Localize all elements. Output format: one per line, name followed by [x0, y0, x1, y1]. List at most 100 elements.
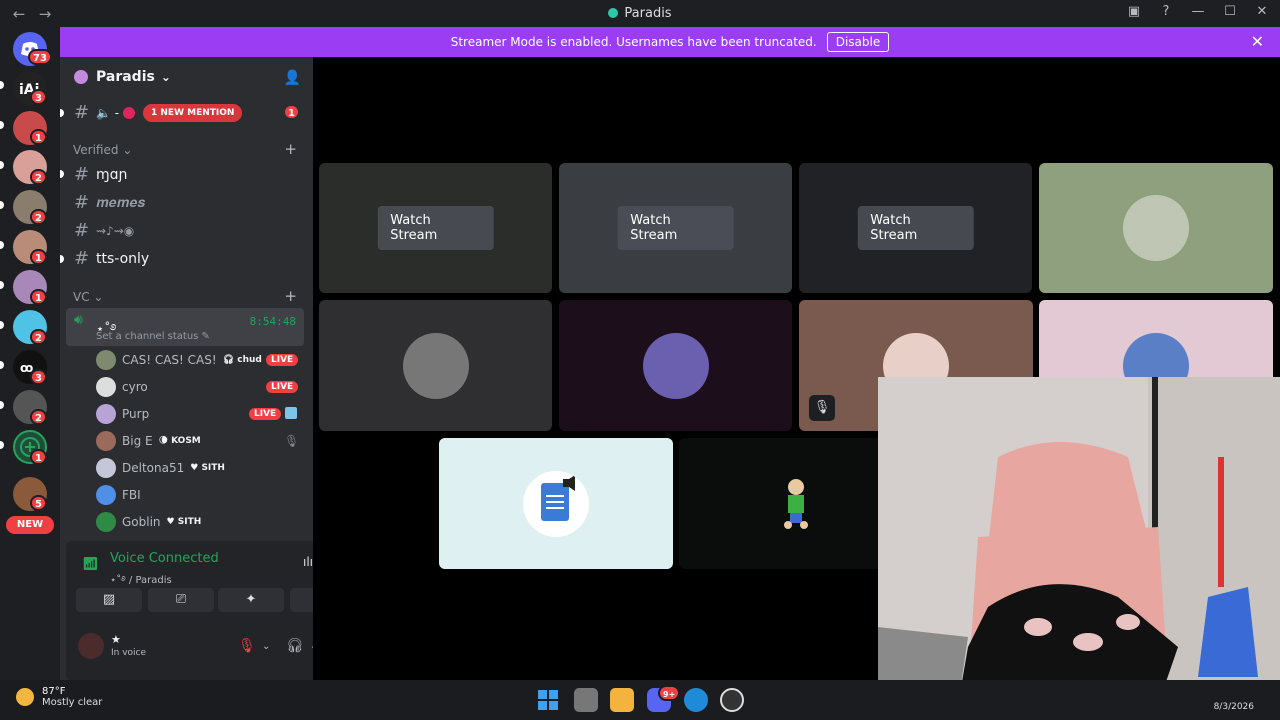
set-channel-status[interactable]: Set a channel status ✎: [96, 331, 210, 342]
unread-pip: [0, 121, 4, 129]
unread-pip: [0, 81, 4, 89]
new-unreads-pill[interactable]: NEW: [6, 516, 54, 534]
member-name: Goblin: [122, 515, 161, 529]
avatar[interactable]: [78, 633, 104, 659]
disable-button[interactable]: Disable: [826, 32, 890, 52]
server-list: 73 iAi 3 1 2 2 1 1 2 ꝏ 3 2 1 5 NEW: [0, 27, 60, 680]
avatar: [96, 485, 116, 505]
server-icon: [74, 70, 88, 84]
server-header[interactable]: Paradis ⌄ 👤: [60, 57, 313, 97]
add-channel-icon[interactable]: +: [284, 140, 297, 158]
channel-name: 🔈 -: [96, 105, 120, 120]
server-name: Paradis: [96, 69, 155, 85]
add-channel-icon[interactable]: +: [284, 287, 297, 305]
temperature: 87°F: [42, 686, 66, 697]
camera-button[interactable]: ▨: [76, 588, 142, 612]
title-bar: ← → Paradis ▣ ? — ☐ ✕: [0, 0, 1280, 27]
stream-tile[interactable]: Watch Stream: [799, 163, 1032, 293]
user-tile[interactable]: [319, 300, 552, 431]
unread-pip: [0, 161, 4, 169]
unread-pip: [0, 401, 4, 409]
channel-name: 𝒎𝒆𝒎𝒆𝒔: [96, 194, 146, 211]
task-view-icon[interactable]: [574, 688, 598, 712]
weather-widget[interactable]: 87°F Mostly clear: [16, 686, 102, 708]
member-name: Deltona51: [122, 461, 185, 475]
user-tile[interactable]: [559, 300, 792, 431]
watch-stream-button[interactable]: Watch Stream: [617, 206, 734, 250]
close-button[interactable]: ✕: [1254, 4, 1270, 19]
voice-channel-active[interactable]: 🔊︎ ⋆˚࿔ 8:54:48 Set a channel status ✎: [66, 308, 304, 346]
close-banner-icon[interactable]: ✕: [1251, 32, 1264, 51]
user-tile[interactable]: [439, 438, 673, 569]
role-tag: ♥ SITH: [166, 517, 202, 527]
start-icon[interactable]: [536, 688, 560, 712]
stream-tile[interactable]: Watch Stream: [559, 163, 792, 293]
hash-icon: #: [74, 248, 90, 269]
new-mention-pill[interactable]: 1 NEW MENTION: [143, 104, 243, 122]
window-title: Paradis: [0, 6, 1280, 21]
notification-badge: 1: [30, 449, 47, 465]
channel-name: tts-only: [96, 250, 150, 267]
voice-member[interactable]: Goblin ♥ SITH: [96, 512, 201, 532]
unread-pip: [0, 281, 4, 289]
user-tile[interactable]: [1039, 163, 1273, 293]
voice-member[interactable]: Deltona51 ♥ SITH: [96, 458, 225, 478]
maximize-button[interactable]: ☐: [1222, 4, 1238, 19]
channel-item[interactable]: # 𝒎𝒆𝒎𝒆𝒔: [74, 192, 145, 213]
voice-member[interactable]: Big E 🌘︎ KOSM: [96, 431, 201, 451]
speaker-icon: 🔊︎: [74, 312, 83, 328]
channel-mention[interactable]: # 🔈 -: [74, 102, 136, 123]
chevron-down-icon[interactable]: ⌄: [262, 641, 270, 652]
voice-member[interactable]: Purp: [96, 404, 149, 424]
inbox-icon[interactable]: ▣: [1126, 4, 1142, 19]
member-name: CAS! CAS! CAS!: [122, 353, 217, 367]
unread-pip: [0, 201, 4, 209]
file-explorer-icon[interactable]: [610, 688, 634, 712]
muted-icon: 🎙︎: [284, 434, 300, 448]
stream-tile[interactable]: Watch Stream: [319, 163, 552, 293]
unread-pip: [0, 321, 4, 329]
help-icon[interactable]: ?: [1158, 4, 1174, 19]
document-avatar-icon: [523, 470, 589, 537]
voice-member[interactable]: FBI: [96, 485, 141, 505]
invite-icon[interactable]: 👤: [284, 70, 301, 86]
minimize-button[interactable]: —: [1190, 4, 1206, 19]
screen-share-button[interactable]: ⎚: [148, 588, 214, 612]
avatar: [96, 512, 116, 532]
role-tag: ♥ SITH: [190, 463, 225, 473]
hash-icon: #: [74, 102, 90, 123]
mic-muted-icon[interactable]: 🎙︎: [238, 638, 256, 654]
hash-icon: #: [74, 192, 90, 213]
channel-item[interactable]: # ɱɑɲ: [74, 164, 128, 185]
voice-member[interactable]: cyro: [96, 377, 148, 397]
discord-app-icon: [608, 8, 619, 18]
avatar: [1123, 195, 1189, 261]
unread-pip: [60, 109, 64, 117]
category-label: Verified: [73, 143, 119, 157]
category-verified[interactable]: Verified ⌄: [73, 143, 132, 157]
category-label: VC: [73, 290, 90, 304]
voice-member[interactable]: CAS! CAS! CAS! 🎧︎ chud: [96, 350, 262, 370]
edge-browser-icon[interactable]: [684, 688, 708, 712]
notification-badge: 2: [30, 169, 47, 185]
channel-name: ⇝♪⇝◉: [96, 223, 135, 238]
streamer-mode-banner: Streamer Mode is enabled. Usernames have…: [60, 27, 1280, 57]
live-badge: LIVE: [266, 381, 299, 393]
video-icon: [285, 407, 297, 419]
unread-pip: [60, 255, 64, 263]
channel-sidebar: Paradis ⌄ 👤 # 🔈 - 1 NEW MENTION 1 Verifi…: [60, 57, 367, 681]
channel-name: ɱɑɲ: [96, 166, 128, 183]
date-text: 8/3/2026: [1213, 702, 1254, 712]
category-vc[interactable]: VC ⌄: [73, 290, 103, 304]
notification-badge: 3: [30, 369, 47, 385]
voice-connected-label[interactable]: Voice Connected: [110, 551, 219, 566]
activities-button[interactable]: ✦: [218, 588, 284, 612]
headphones-icon[interactable]: 🎧︎: [286, 638, 304, 654]
channel-item[interactable]: # tts-only: [74, 248, 149, 269]
channel-item[interactable]: # ⇝♪⇝◉: [74, 220, 134, 241]
watch-stream-button[interactable]: Watch Stream: [377, 206, 494, 250]
watch-stream-button[interactable]: Watch Stream: [857, 206, 974, 250]
unread-pip: [60, 170, 64, 178]
weather-icon: [16, 688, 34, 706]
app-icon[interactable]: [720, 688, 744, 712]
